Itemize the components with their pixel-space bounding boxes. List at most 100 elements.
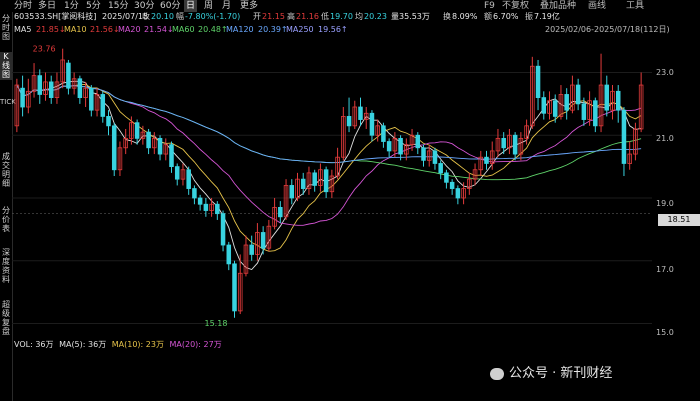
ma60-value: 20.48↑ (198, 25, 228, 34)
sidebar-item-replay[interactable]: 超级复盘 (0, 300, 12, 336)
quote-info-bar: 603533.SH[掌阅科技] 2025/07/15 收 20.10 幅 -7.… (0, 11, 700, 23)
sidebar-item-depth[interactable]: 深度资料 (0, 248, 12, 284)
candle-body (501, 137, 506, 149)
low-annotation: 15.18 (205, 319, 228, 328)
candle-body (421, 147, 426, 161)
low-value: 19.70 (330, 12, 353, 21)
candle-body (484, 156, 489, 164)
sidebar-item-trades[interactable]: 成交明细 (0, 152, 12, 188)
ma120-value: 20.39↑ (258, 25, 288, 34)
candle-body (157, 137, 163, 155)
open-value: 21.15 (262, 12, 285, 21)
amount-value: 6.70% (493, 12, 519, 21)
candle-body (432, 150, 438, 164)
candle-body (621, 109, 627, 164)
ma250-label: MA250 (286, 25, 314, 34)
candle-body (192, 188, 197, 199)
candle-body (186, 169, 191, 189)
wechat-icon (490, 367, 504, 380)
candle-body (89, 87, 94, 111)
candle-body (438, 163, 443, 174)
candle-body (232, 263, 237, 312)
sidebar-item-tick[interactable]: TICK (0, 98, 16, 142)
price-tick-19: 19.0 (656, 199, 674, 208)
candle-body (312, 172, 317, 186)
date-range: 2025/02/06-2025/07/18(112日) (545, 25, 670, 34)
high-value: 21.16 (296, 12, 319, 21)
candle-body (197, 197, 203, 205)
avg-value: 20.23 (364, 12, 387, 21)
watermark: 公众号 · 新刊财经 (490, 362, 612, 381)
candle-body (226, 244, 232, 265)
price-tick-23: 23.0 (656, 68, 674, 77)
change-label: 幅 (176, 12, 184, 21)
candle-body (300, 178, 306, 189)
candle-body (581, 103, 587, 120)
stock-code: 603533.SH[掌阅科技] (14, 12, 97, 21)
amplitude-value: 7.19亿 (534, 12, 560, 21)
candle-body (615, 90, 621, 111)
turnover-value: 8.09% (452, 12, 478, 21)
candle-body (111, 125, 117, 171)
candle-body (260, 232, 266, 249)
candle-body (593, 100, 598, 127)
avg-label: 均 (355, 12, 363, 21)
ma10-value: 21.56↓ (90, 25, 120, 34)
candle-body (386, 141, 392, 152)
candle-body (77, 78, 83, 98)
candle-body (289, 185, 295, 199)
turnover-label: 换 (443, 12, 451, 21)
vol-ma10: MA(10): 23万 (111, 340, 164, 349)
candle-body (174, 166, 180, 180)
close-label: 收 (142, 12, 150, 21)
candle-body (134, 122, 140, 139)
candle-body (100, 94, 106, 117)
watermark-text: 公众号 · 新刊财经 (509, 366, 613, 381)
candle-body (535, 65, 541, 99)
ma5-label: MA5 (14, 25, 32, 34)
high-label: 高 (287, 12, 295, 21)
candle-body (66, 62, 71, 89)
low-label: 低 (321, 12, 329, 21)
candle-body (604, 84, 610, 111)
candle-body (278, 206, 283, 218)
candles (14, 48, 644, 318)
candle-body (249, 244, 254, 255)
ma120-label: MA120 (226, 25, 254, 34)
candle-body (203, 203, 209, 211)
candle-body (220, 213, 226, 246)
vol-ma5: MA(5): 36万 (59, 340, 107, 349)
candle-body (381, 125, 386, 142)
current-price-tag: 18.51 (658, 214, 700, 226)
open-label: 开 (253, 12, 261, 21)
price-tick-17: 17.0 (656, 265, 674, 274)
amount-label: 额 (484, 12, 492, 21)
candle-body (323, 169, 329, 193)
candle-body (541, 97, 547, 114)
candle-body (146, 131, 151, 149)
sidebar-item-kline[interactable]: K线图 (0, 52, 12, 80)
kline-chart[interactable]: 23.76 15.18 (12, 36, 652, 336)
candle-body (358, 106, 363, 120)
candle-body (48, 81, 54, 99)
candle-body (106, 116, 111, 127)
sidebar-item-price-table[interactable]: 分价表 (0, 206, 12, 234)
candle-body (37, 75, 43, 95)
candle-body (215, 203, 220, 215)
ma20-value: 21.54↓ (144, 25, 174, 34)
candle-body (455, 188, 461, 199)
ma60-label: MA60 (172, 25, 195, 34)
candle-body (346, 116, 352, 127)
candle-body (449, 181, 455, 189)
ma-line-60 (16, 84, 642, 181)
candle-body (369, 112, 375, 136)
volume-value: 量35.53万 (391, 12, 430, 21)
candle-body (415, 134, 421, 149)
ma5-value: 21.85↓ (36, 25, 66, 34)
amplitude-label: 振 (525, 12, 533, 21)
candle-body (564, 94, 569, 111)
price-tick-15: 15.0 (656, 328, 674, 337)
close-value: 20.10 (151, 12, 174, 21)
ma10-label: MA10 (64, 25, 87, 34)
candle-body (398, 137, 403, 155)
